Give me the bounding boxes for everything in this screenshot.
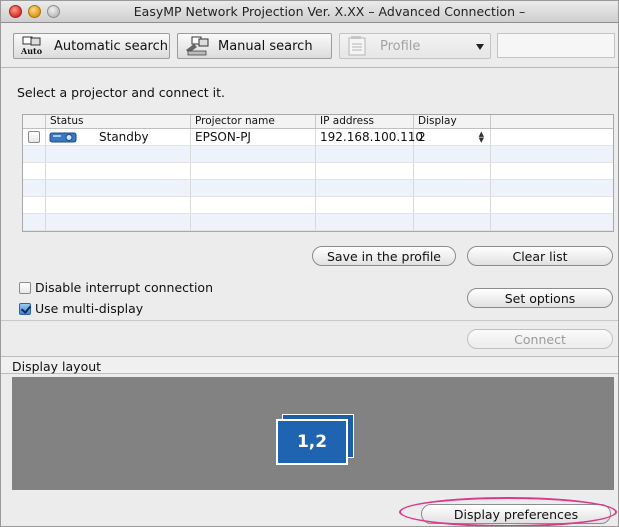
display-preferences-button[interactable]: Display preferences — [421, 504, 611, 524]
auto-search-icon: Auto — [20, 36, 48, 56]
connect-button[interactable]: Connect — [467, 329, 613, 349]
profile-path-field — [497, 33, 615, 58]
disable-interrupt-label: Disable interrupt connection — [35, 280, 213, 295]
display-tile[interactable]: 1,2 — [276, 414, 354, 465]
ip-address-cell: 192.168.100.110 — [316, 129, 423, 145]
automatic-search-label: Automatic search — [54, 38, 168, 54]
automatic-search-button[interactable]: Auto Automatic search — [13, 33, 170, 59]
manual-search-label: Manual search — [218, 38, 313, 54]
clear-list-button[interactable]: Clear list — [467, 246, 613, 266]
column-header-status[interactable]: Status — [46, 115, 191, 128]
status-text: Standby — [99, 130, 149, 144]
set-options-button[interactable]: Set options — [467, 288, 613, 308]
disable-interrupt-checkbox[interactable] — [19, 281, 31, 294]
chevron-down-icon[interactable] — [476, 44, 484, 50]
toolbar: Auto Automatic search Manual search Prof… — [1, 24, 618, 68]
manual-search-button[interactable]: Manual search — [177, 33, 332, 59]
display-layout-title: Display layout — [12, 359, 102, 374]
use-multi-display-checkbox[interactable] — [19, 302, 31, 315]
column-header-projector-name[interactable]: Projector name — [191, 115, 316, 128]
column-header-display[interactable]: Display — [414, 115, 491, 128]
display-number: 2 — [418, 130, 426, 144]
application-window: EasyMP Network Projection Ver. X.XX – Ad… — [0, 0, 619, 527]
table-row-empty — [23, 146, 613, 163]
display-cell[interactable]: 2 ▲ ▼ — [414, 129, 491, 145]
display-layout-area[interactable]: 1,2 — [12, 377, 614, 490]
instruction-text: Select a projector and connect it. — [17, 85, 225, 100]
table-row-empty — [23, 180, 613, 197]
display-tile-label: 1,2 — [296, 432, 328, 452]
column-header-empty — [491, 115, 613, 128]
display-tile-front[interactable]: 1,2 — [276, 419, 348, 465]
row-select-cell — [23, 129, 46, 145]
table-row-empty — [23, 214, 613, 231]
empty-cell — [491, 129, 613, 145]
projector-icon — [49, 131, 79, 143]
manual-search-icon — [184, 36, 212, 56]
disable-interrupt-option[interactable]: Disable interrupt connection — [19, 280, 213, 295]
table-header: Status Projector name IP address Display — [23, 115, 613, 129]
table-row[interactable]: Standby EPSON-PJ 192.168.100.110 2 ▲ ▼ — [23, 129, 613, 146]
window-title: EasyMP Network Projection Ver. X.XX – Ad… — [133, 4, 526, 19]
status-cell: Standby — [46, 129, 191, 145]
column-header-ip-address[interactable]: IP address — [316, 115, 414, 128]
title-bar[interactable]: EasyMP Network Projection Ver. X.XX – Ad… — [1, 1, 618, 23]
display-stepper-icon[interactable]: ▲ ▼ — [479, 131, 484, 144]
use-multi-display-label: Use multi-display — [35, 301, 144, 316]
column-header-select[interactable] — [23, 115, 46, 128]
table-row-empty — [23, 197, 613, 214]
projector-name-cell: EPSON-PJ — [191, 129, 316, 145]
row-select-checkbox[interactable] — [28, 131, 40, 143]
profile-button[interactable]: Profile — [339, 33, 491, 59]
save-in-profile-button[interactable]: Save in the profile — [312, 246, 456, 266]
display-layout-header: Display layout — [1, 356, 618, 374]
profile-icon — [346, 36, 374, 56]
table-row-empty — [23, 163, 613, 180]
profile-label: Profile — [380, 38, 421, 54]
use-multi-display-option[interactable]: Use multi-display — [19, 301, 143, 316]
divider — [1, 320, 618, 321]
projector-table: Status Projector name IP address Display… — [22, 114, 614, 232]
svg-text:Auto: Auto — [20, 46, 43, 56]
